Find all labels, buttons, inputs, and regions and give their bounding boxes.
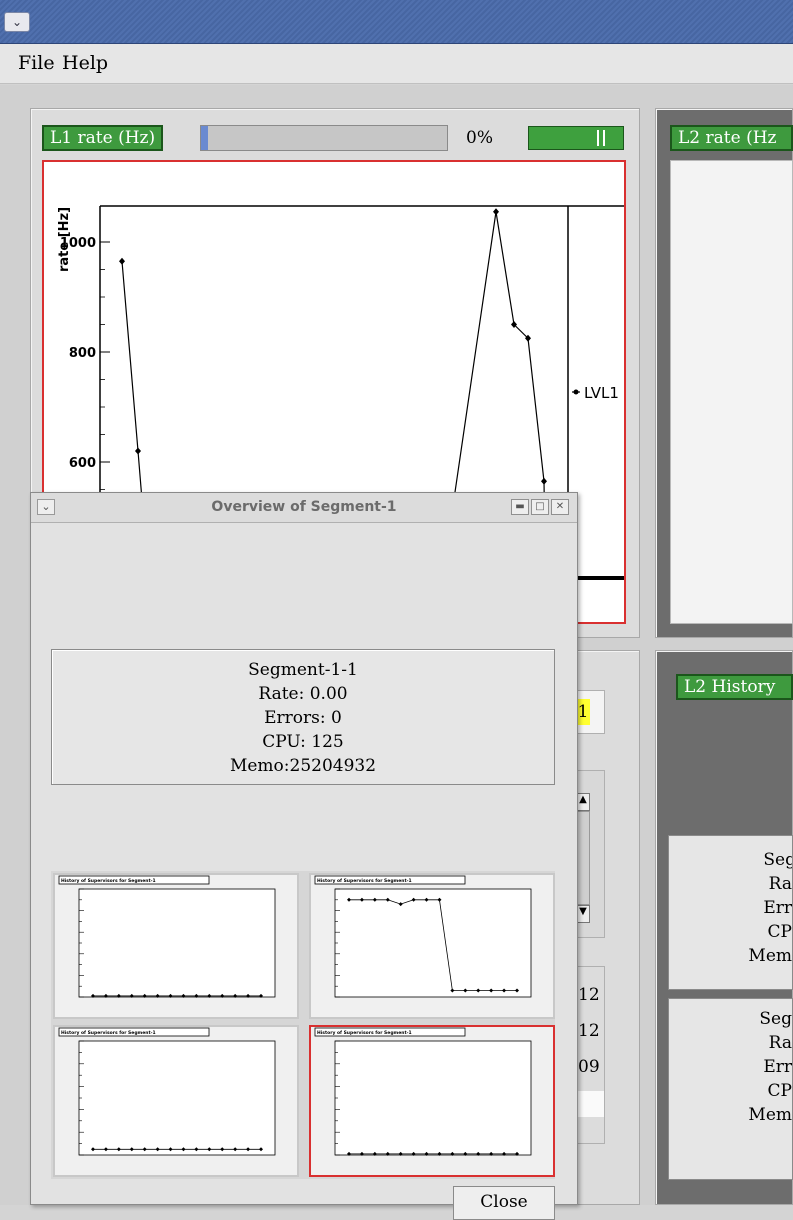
main-window-titlebar: ⌄ (0, 0, 793, 44)
hidden-values-column: 12 12 09 (575, 966, 605, 1144)
right-box1-seg: Seg (763, 850, 793, 870)
close-button[interactable]: Close (453, 1186, 555, 1220)
segment-name: Segment-1-1 (248, 660, 358, 680)
thumb-chart-memory: History of Supervisors for Segment-1 (58, 1027, 276, 1156)
segment-errors: Errors: 0 (264, 708, 342, 728)
thumb-plot-frame (78, 1040, 276, 1156)
l1-rate-label: L1 rate (Hz) (42, 125, 164, 151)
minimize-icon[interactable]: ▬ (511, 499, 529, 515)
right-box2-rate: Ra (768, 1033, 792, 1053)
right-box2-seg: Seg (759, 1009, 792, 1029)
maximize-icon[interactable]: □ (531, 499, 549, 515)
thumb-plot-frame (334, 888, 532, 998)
thumb-plot-frame (78, 888, 276, 998)
right-box1-cpu: CP (767, 922, 792, 942)
thumb-chart-errors: History of Supervisors for Segment-1 (314, 1027, 532, 1156)
l1-progress-fill (201, 126, 209, 150)
y-axis-label: rate [Hz] (57, 207, 72, 272)
l1-status-marker-icon (597, 130, 605, 146)
history-thumbnails: History of Supervisors for Segment-1 His… (51, 871, 555, 1179)
hidden-value-b: 12 (578, 985, 600, 1005)
scrollbar-track[interactable] (576, 811, 590, 905)
right-segment-box-1: Seg Ra Err CP Mem (668, 835, 793, 990)
history-thumb-error-rate[interactable]: History of Supervisors for Segment-1 (53, 873, 299, 1019)
series-point (135, 447, 141, 455)
thumb-title: History of Supervisors for Segment-1 (317, 1030, 412, 1036)
right-segment-box-2: Seg Ra Err CP Mem (668, 998, 793, 1180)
hidden-empty-cell (576, 1091, 604, 1117)
right-box2-cpu: CP (767, 1081, 792, 1101)
legend-entry-lvl1: LVL1 (584, 384, 619, 402)
thumb-title: History of Supervisors for Segment-1 (61, 878, 156, 884)
l1-status-indicator (528, 126, 624, 150)
close-icon[interactable]: ✕ (551, 499, 569, 515)
thumb-plot-frame (334, 1040, 532, 1156)
menu-help[interactable]: Help (62, 52, 108, 74)
legend-marker-icon (573, 389, 579, 395)
segment-info-box: Segment-1-1 Rate: 0.00 Errors: 0 CPU: 12… (51, 649, 555, 785)
menu-help-label: Help (62, 52, 109, 74)
hidden-field-a: 1 (575, 690, 605, 734)
l2-history-label: L2 History (676, 674, 793, 700)
series-point (541, 477, 547, 485)
history-thumb-cpu[interactable]: History of Supervisors for Segment-1 (309, 873, 555, 1019)
history-thumb-errors[interactable]: History of Supervisors for Segment-1 (309, 1025, 555, 1177)
menu-file-label: File (18, 52, 55, 74)
window-menu-chevron-icon[interactable]: ⌄ (4, 12, 30, 32)
l1-progress-bar (200, 125, 448, 151)
hidden-value-a: 1 (576, 699, 590, 725)
series-point (119, 257, 125, 265)
right-box2-mem: Mem (748, 1105, 792, 1125)
segment-memo: Memo:25204932 (229, 756, 377, 776)
right-box1-rate: Ra (768, 874, 792, 894)
thumb-title: History of Supervisors for Segment-1 (317, 878, 412, 884)
l2-chart-canvas (670, 160, 793, 624)
l1-percent: 0% (466, 128, 493, 148)
y-tick-label: 600 (69, 456, 96, 471)
hidden-value-c: 12 (578, 1021, 600, 1041)
thumb-chart-error-rate: History of Supervisors for Segment-1 (58, 875, 276, 998)
hidden-list: ▲ ▼ (575, 770, 605, 938)
segment-overview-dialog: ⌄ Overview of Segment-1 ▬ □ ✕ Segment-1-… (30, 492, 578, 1220)
thumb-chart-cpu: History of Supervisors for Segment-1 (314, 875, 532, 998)
hidden-value-d: 09 (578, 1057, 600, 1077)
segment-cpu: CPU: 125 (262, 732, 344, 752)
menubar: File Help (0, 44, 793, 84)
right-box1-mem: Mem (748, 946, 792, 966)
right-box1-err: Err (763, 898, 792, 918)
series-point (493, 208, 499, 216)
thumb-title: History of Supervisors for Segment-1 (61, 1030, 156, 1036)
y-tick-label: 800 (69, 346, 96, 361)
dialog-titlebar: ⌄ Overview of Segment-1 ▬ □ ✕ (31, 493, 577, 523)
l2-rate-label: L2 rate (Hz (670, 125, 793, 151)
right-box2-err: Err (763, 1057, 792, 1077)
history-thumb-memory[interactable]: History of Supervisors for Segment-1 (53, 1025, 299, 1177)
dialog-title: Overview of Segment-1 (211, 499, 397, 515)
scroll-up-icon[interactable]: ▲ (576, 793, 590, 811)
segment-rate: Rate: 0.00 (258, 684, 348, 704)
menu-file[interactable]: File (18, 52, 55, 74)
scroll-down-icon[interactable]: ▼ (576, 905, 590, 923)
